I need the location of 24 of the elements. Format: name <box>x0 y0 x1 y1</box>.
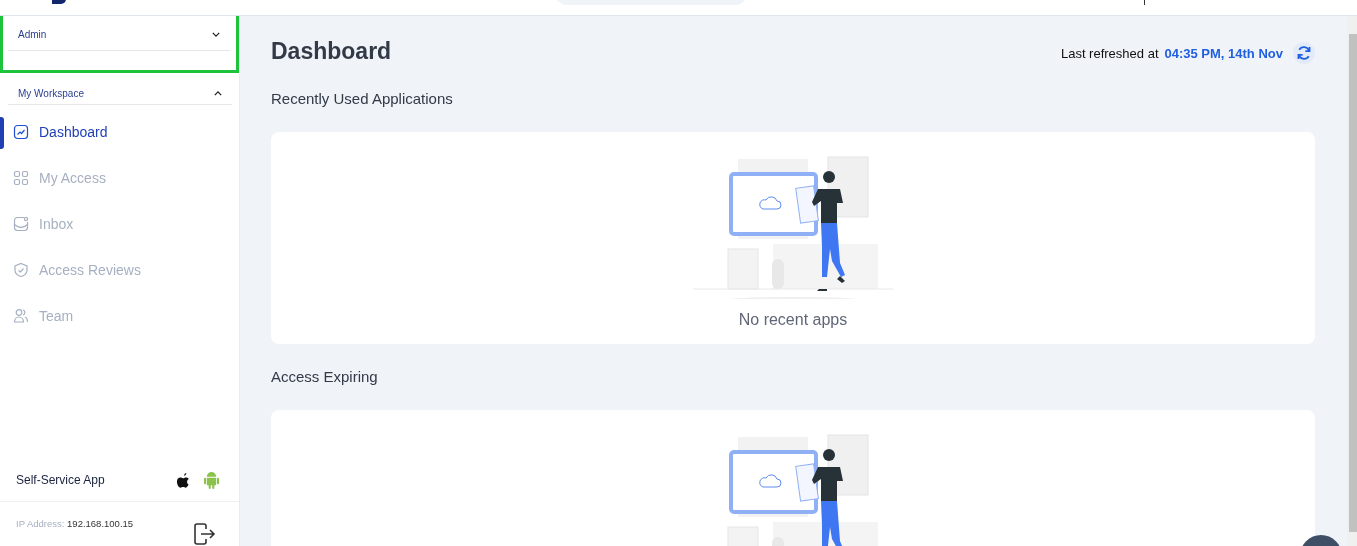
shield-icon <box>13 262 29 278</box>
nav-item[interactable]: Dashboard <box>0 109 239 155</box>
nav-item[interactable]: Access Reviews <box>0 247 239 293</box>
refreshed-time: 04:35 PM, 14th Nov <box>1164 45 1283 61</box>
ip-address-text: IP Address: 192.168.100.15 <box>16 518 134 529</box>
empty-state-text: No recent apps <box>738 311 848 329</box>
apple-icon[interactable] <box>176 471 191 489</box>
refreshed-label: Last refreshed at <box>1060 45 1159 61</box>
section-title: Access Expiring <box>271 368 379 387</box>
inbox-icon <box>13 216 29 232</box>
scrollbar[interactable] <box>1347 16 1357 546</box>
nav-item[interactable]: My Access <box>0 155 239 201</box>
refresh-icon[interactable] <box>1293 42 1315 64</box>
grid-icon <box>13 170 29 186</box>
section-title: Recently Used Applications <box>271 90 454 109</box>
nav-item[interactable]: Inbox <box>0 201 239 247</box>
logout-icon[interactable] <box>192 522 216 546</box>
page-title: Dashboard <box>271 37 392 65</box>
chart-icon <box>13 124 29 140</box>
workspace-section[interactable]: My Workspace <box>8 83 232 105</box>
nav-item[interactable]: Team <box>0 293 239 339</box>
app-promo-label: Self-Service App <box>16 473 106 487</box>
role-dropdown[interactable]: Admin <box>8 18 230 51</box>
people-icon <box>13 308 29 324</box>
